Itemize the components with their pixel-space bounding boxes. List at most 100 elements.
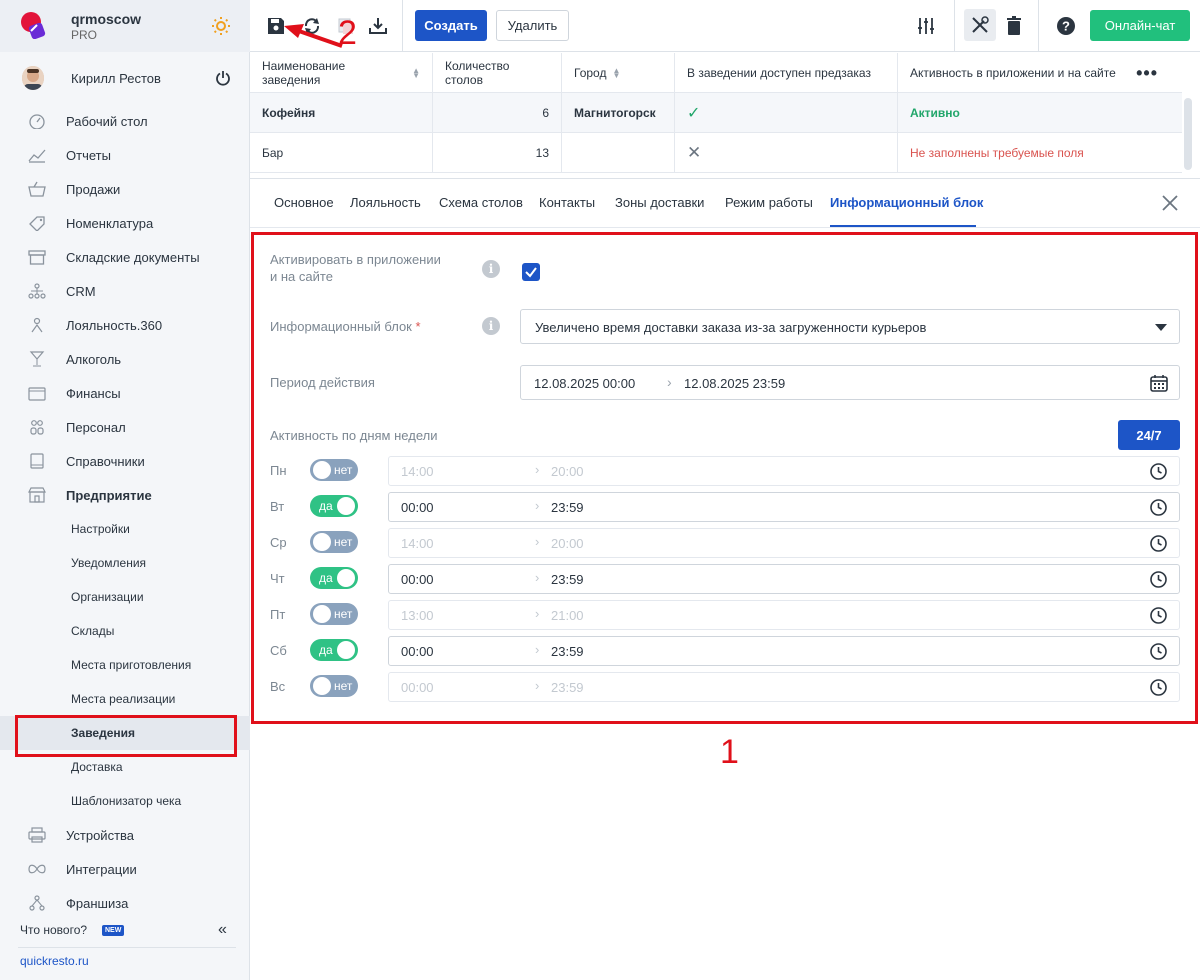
day-toggle[interactable]: нет — [310, 531, 358, 553]
day-toggle[interactable]: да — [310, 495, 358, 517]
period-field[interactable]: 12.08.2025 00:00 › 12.08.2025 23:59 — [520, 365, 1180, 400]
clock-icon[interactable] — [1150, 571, 1167, 588]
day-time-range[interactable]: 00:00 › 23:59 — [388, 636, 1180, 666]
collapse-sidebar-icon[interactable]: « — [218, 921, 227, 939]
day-row-wed: Ср нет 14:00 › 20:00 — [254, 528, 1195, 558]
sidebar-item-enterprise[interactable]: Предприятие — [0, 478, 250, 512]
info-icon[interactable]: i — [482, 260, 500, 278]
checkmark-icon — [525, 267, 537, 278]
info-block-label: Информационный блок * — [270, 319, 421, 334]
venues-table: Наименование заведения ▲ ▼ Количество стол… — [250, 53, 1182, 173]
day-toggle[interactable]: да — [310, 567, 358, 589]
sidebar-divider — [18, 947, 236, 948]
sidebar-subitem-organizations[interactable]: Организации — [0, 580, 250, 614]
day-time-range[interactable]: 13:00 › 21:00 — [388, 600, 1180, 630]
column-header-activity[interactable]: Активность в приложении и на сайте ••• — [898, 53, 1182, 93]
sidebar-subitem-kitchens[interactable]: Места приготовления — [0, 648, 250, 682]
sidebar-item-directories[interactable]: Справочники — [0, 444, 250, 478]
trash-icon[interactable] — [1004, 16, 1024, 36]
clock-icon[interactable] — [1150, 499, 1167, 516]
sidebar-item-nomenclature[interactable]: Номенклатура — [0, 206, 250, 240]
tab-loyalty[interactable]: Лояльность — [350, 195, 421, 210]
site-link[interactable]: quickresto.ru — [20, 954, 89, 968]
sidebar-subitem-settings[interactable]: Настройки — [0, 512, 250, 546]
day-name: Вс — [270, 679, 286, 694]
sidebar-subitem-label: Доставка — [71, 760, 123, 774]
table-row[interactable]: Бар 13 ✕ Не заполнены требуемые поля — [250, 133, 1182, 173]
calendar-icon[interactable] — [1149, 373, 1169, 393]
infinity-icon — [28, 864, 46, 874]
avatar[interactable] — [22, 66, 44, 90]
sidebar-subitem-sale-points[interactable]: Места реализации — [0, 682, 250, 716]
sidebar-subitem-delivery[interactable]: Доставка — [0, 750, 250, 784]
tab-contacts[interactable]: Контакты — [539, 195, 595, 210]
tab-delivery-zones[interactable]: Зоны доставки — [615, 195, 704, 210]
power-icon[interactable] — [215, 70, 231, 86]
sidebar-subitem-notifications[interactable]: Уведомления — [0, 546, 250, 580]
table-scrollbar[interactable] — [1184, 98, 1192, 170]
store-icon — [28, 487, 46, 503]
sidebar-item-warehouse-docs[interactable]: Складские документы — [0, 240, 250, 274]
day-time-range[interactable]: 00:00 › 23:59 — [388, 492, 1180, 522]
sidebar-item-loyalty[interactable]: Лояльность.360 — [0, 308, 250, 342]
column-header-tables[interactable]: Количество столов — [433, 53, 562, 93]
sidebar-item-crm[interactable]: CRM — [0, 274, 250, 308]
download-icon[interactable] — [368, 16, 388, 36]
day-time-range[interactable]: 00:00 › 23:59 — [388, 672, 1180, 702]
column-header-name[interactable]: Наименование заведения ▲ ▼ — [250, 53, 433, 93]
day-toggle[interactable]: нет — [310, 459, 358, 481]
theme-sun-icon[interactable] — [211, 16, 231, 36]
column-header-city[interactable]: Город ▲ ▼ — [562, 53, 675, 93]
sidebar-item-sales[interactable]: Продажи — [0, 172, 250, 206]
sidebar-subitem-venues[interactable]: Заведения — [0, 715, 250, 757]
clock-icon[interactable] — [1150, 607, 1167, 624]
clock-icon[interactable] — [1150, 679, 1167, 696]
day-time-range[interactable]: 00:00 › 23:59 — [388, 564, 1180, 594]
sidebar-item-devices[interactable]: Устройства — [0, 818, 250, 852]
clock-icon[interactable] — [1150, 463, 1167, 480]
all-week-button[interactable]: 24/7 — [1118, 420, 1180, 450]
day-row-thu: Чт да 00:00 › 23:59 — [254, 564, 1195, 594]
activate-checkbox[interactable] — [522, 263, 540, 281]
sidebar-subitem-warehouses[interactable]: Склады — [0, 614, 250, 648]
sidebar-item-dashboard[interactable]: Рабочий стол — [0, 104, 250, 138]
sliders-icon[interactable] — [916, 16, 936, 36]
whats-new-link[interactable]: Что нового? — [20, 923, 87, 937]
sidebar-item-integrations[interactable]: Интеграции — [0, 852, 250, 886]
delete-button[interactable]: Удалить — [496, 10, 569, 41]
sidebar-item-finance[interactable]: Финансы — [0, 376, 250, 410]
tab-info-block[interactable]: Информационный блок — [830, 195, 983, 210]
sidebar-item-alcohol[interactable]: Алкоголь — [0, 342, 250, 376]
clock-icon[interactable] — [1150, 643, 1167, 660]
period-to: 12.08.2025 23:59 — [684, 376, 786, 391]
close-icon[interactable] — [1160, 193, 1180, 213]
sidebar-subitem-label: Заведения — [71, 726, 136, 740]
tools-button[interactable] — [964, 9, 996, 41]
activate-label: Активировать в приложении и на сайте — [270, 252, 441, 284]
help-icon[interactable]: ? — [1056, 16, 1076, 36]
tab-main[interactable]: Основное — [274, 195, 334, 210]
day-time-range[interactable]: 14:00 › 20:00 — [388, 528, 1180, 558]
day-toggle[interactable]: нет — [310, 603, 358, 625]
tab-table-scheme[interactable]: Схема столов — [439, 195, 523, 210]
tab-working-hours[interactable]: Режим работы — [725, 195, 813, 210]
venue-status: Активно — [910, 106, 960, 120]
sidebar-subitem-receipt-template[interactable]: Шаблонизатор чека — [0, 784, 250, 818]
sidebar-item-label: Номенклатура — [66, 216, 154, 231]
create-button[interactable]: Создать — [415, 10, 487, 41]
printer-icon — [28, 827, 46, 843]
sidebar-subitem-label: Настройки — [71, 522, 130, 536]
online-chat-button[interactable]: Онлайн-чат — [1090, 10, 1190, 41]
info-block-select[interactable]: Увеличено время доставки заказа из-за за… — [520, 309, 1180, 344]
day-toggle[interactable]: да — [310, 639, 358, 661]
sidebar-item-staff[interactable]: Персонал — [0, 410, 250, 444]
more-icon[interactable]: ••• — [1136, 63, 1158, 84]
clock-icon[interactable] — [1150, 535, 1167, 552]
sidebar-item-reports[interactable]: Отчеты — [0, 138, 250, 172]
column-header-preorder[interactable]: В заведении доступен предзаказ — [675, 53, 898, 93]
day-toggle[interactable]: нет — [310, 675, 358, 697]
table-row[interactable]: Кофейня 6 Магнитогорск ✓ Активно — [250, 93, 1182, 133]
info-icon[interactable]: i — [482, 317, 500, 335]
day-time-range[interactable]: 14:00 › 20:00 — [388, 456, 1180, 486]
chevron-right-icon: › — [535, 678, 540, 693]
